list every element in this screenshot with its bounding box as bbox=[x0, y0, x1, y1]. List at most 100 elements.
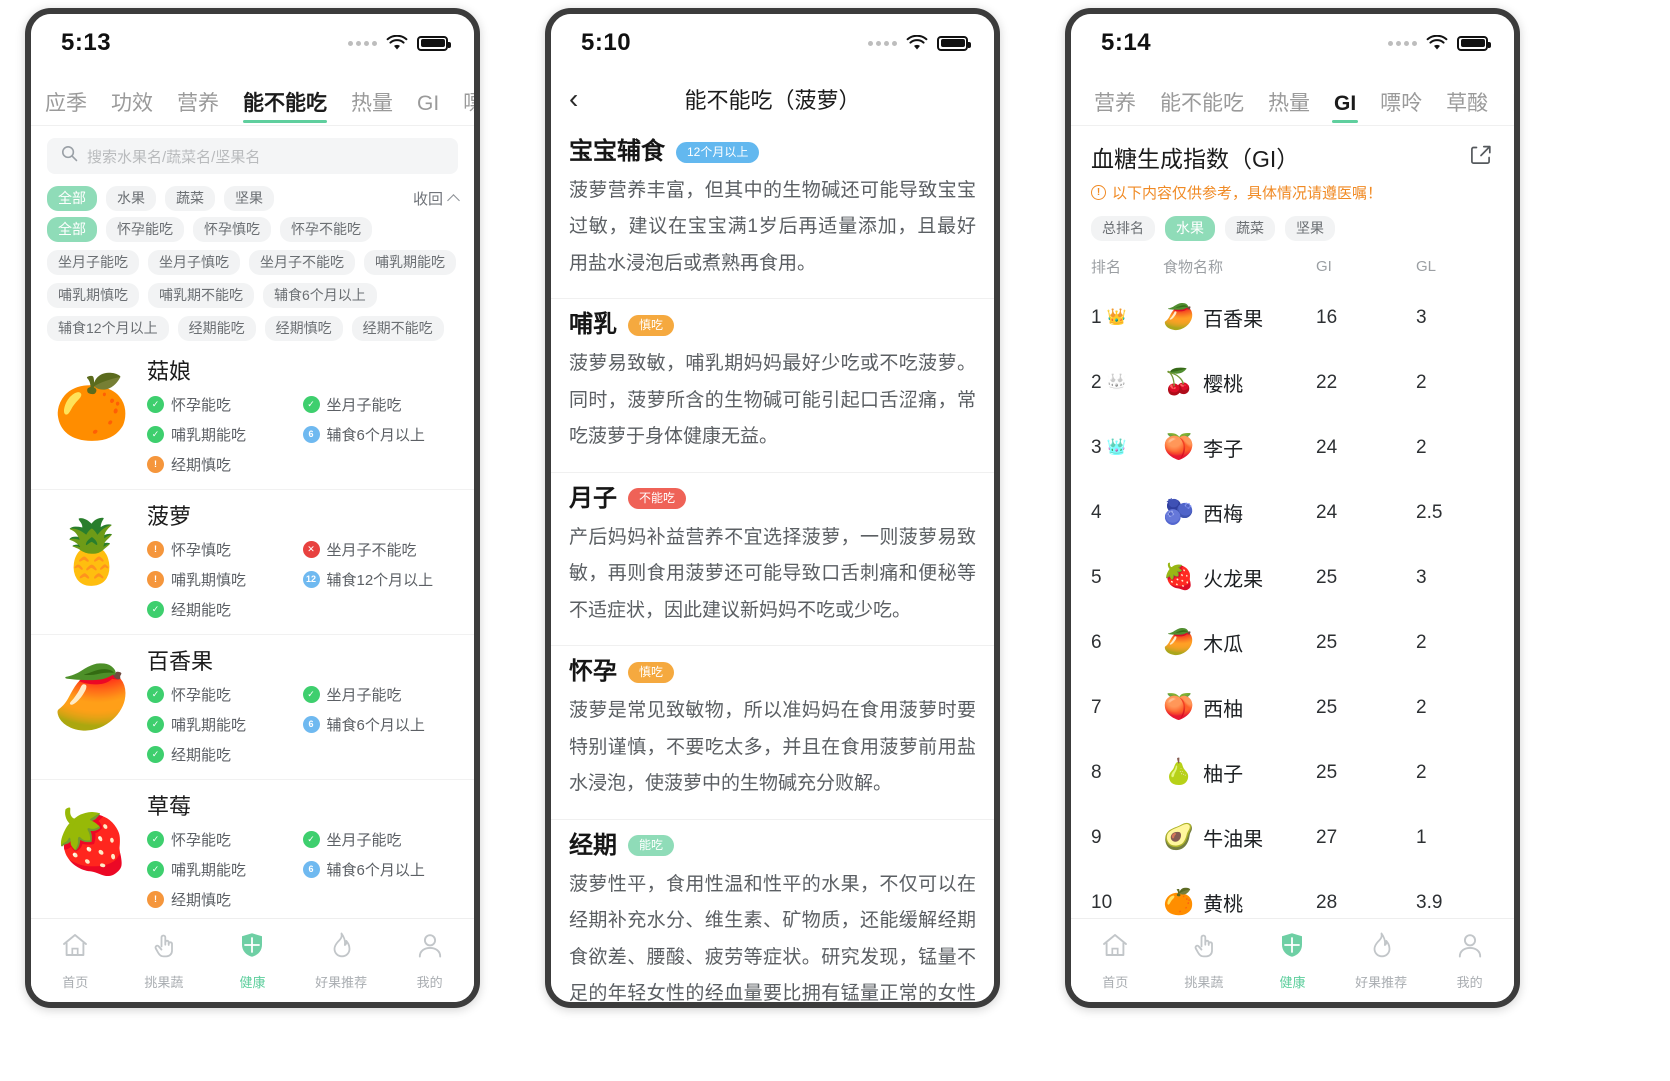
nav-item-我的[interactable]: 我的 bbox=[385, 930, 474, 991]
food-list-item[interactable]: 🍊 菇娘 ✓ 怀孕能吃 ✓ 坐月子能吃 ✓ 哺乳期能吃 6 辅食6个月以上! 经期慎吃 bbox=[31, 345, 474, 491]
chip-condition-10[interactable]: 辅食6个月以上 bbox=[263, 283, 377, 309]
table-row[interactable]: 5 🍓 火龙果 25 3 bbox=[1091, 545, 1494, 610]
nav-item-我的[interactable]: 我的 bbox=[1425, 930, 1514, 991]
chip-category-vegetable[interactable]: 蔬菜 bbox=[165, 186, 215, 212]
gi-value: 24 bbox=[1316, 501, 1338, 523]
food-thumbnail: 🍑 bbox=[1163, 433, 1195, 462]
table-row[interactable]: 2 👑 🍒 樱桃 22 2 bbox=[1091, 350, 1494, 415]
rank-value: 10 bbox=[1091, 891, 1113, 913]
info-icon: ! bbox=[1091, 185, 1106, 200]
chip-condition-14[interactable]: 经期不能吃 bbox=[351, 316, 444, 342]
table-row[interactable]: 8 🍐 柚子 25 2 bbox=[1091, 740, 1494, 805]
chip-condition-5[interactable]: 坐月子慎吃 bbox=[148, 250, 240, 276]
nav-item-label: 健康 bbox=[239, 975, 266, 990]
gi-value: 25 bbox=[1316, 761, 1338, 783]
chip-gi-filter-蔬菜[interactable]: 蔬菜 bbox=[1225, 216, 1275, 242]
tab-能不能吃[interactable]: 能不能吃 bbox=[1160, 93, 1244, 125]
gi-value: 25 bbox=[1316, 566, 1338, 588]
tab-GI[interactable]: GI bbox=[1334, 93, 1356, 125]
navigation-bar: ‹ 能不能吃（菠萝） bbox=[551, 72, 994, 126]
collapse-button[interactable]: 收回 bbox=[412, 188, 460, 209]
chip-category-all[interactable]: 全部 bbox=[47, 186, 97, 212]
food-tag-label: 怀孕慎吃 bbox=[171, 542, 232, 560]
chip-condition-4[interactable]: 坐月子能吃 bbox=[47, 250, 139, 276]
chip-condition-2[interactable]: 怀孕慎吃 bbox=[193, 217, 271, 243]
page-title: 血糖生成指数（GI） bbox=[1091, 146, 1300, 172]
status-badge-icon: ✓ bbox=[147, 716, 164, 734]
tab-nengbunengchi[interactable]: 能不能吃 bbox=[243, 93, 327, 125]
search-input[interactable]: 搜索水果名/蔬菜名/坚果名 bbox=[47, 138, 458, 174]
category-chip-row: 全部 水果 蔬菜 坚果 收回 bbox=[31, 180, 474, 212]
tab-gongxiao[interactable]: 功效 bbox=[111, 93, 153, 125]
gi-value: 28 bbox=[1316, 891, 1338, 913]
nav-item-健康[interactable]: 健康 bbox=[1248, 930, 1337, 991]
chip-condition-3[interactable]: 怀孕不能吃 bbox=[280, 217, 372, 243]
food-thumbnail: 🍊 bbox=[1163, 888, 1195, 917]
collapse-label: 收回 bbox=[412, 191, 443, 209]
tab-yingji[interactable]: 应季 bbox=[45, 93, 87, 125]
crown-icon: 👑 bbox=[1106, 373, 1127, 391]
nav-item-挑果蔬[interactable]: 挑果蔬 bbox=[120, 930, 209, 991]
bottom-nav-bar[interactable]: 首页 挑果蔬 健康 好果推荐 我的 bbox=[1071, 918, 1514, 1002]
status-badge-icon: ✓ bbox=[147, 396, 164, 414]
tab-热量[interactable]: 热量 bbox=[1268, 93, 1310, 125]
food-list-item[interactable]: 🍓 草莓 ✓ 怀孕能吃 ✓ 坐月子能吃 ✓ 哺乳期能吃 6 辅食6个月以上! 经期慎吃 bbox=[31, 780, 474, 918]
chip-gi-filter-水果[interactable]: 水果 bbox=[1165, 216, 1215, 242]
share-icon[interactable] bbox=[1468, 142, 1494, 168]
chip-condition-0[interactable]: 全部 bbox=[47, 217, 97, 243]
nav-item-首页[interactable]: 首页 bbox=[31, 930, 120, 991]
nav-item-好果推荐[interactable]: 好果推荐 bbox=[297, 930, 386, 991]
gl-value: 2 bbox=[1416, 436, 1427, 458]
chip-gi-filter-坚果[interactable]: 坚果 bbox=[1285, 216, 1335, 242]
chip-condition-8[interactable]: 哺乳期慎吃 bbox=[47, 283, 139, 309]
chip-condition-11[interactable]: 辅食12个月以上 bbox=[47, 316, 169, 342]
category-tab-bar[interactable]: 应季 功效 营养 能不能吃 热量 GI 嘌呤 草酸 bbox=[31, 72, 474, 126]
food-list-item[interactable]: 🍍 菠萝! 怀孕慎吃 ✕ 坐月子不能吃! 哺乳期慎吃 12 辅食12个月以上 ✓ 经期能吃 bbox=[31, 490, 474, 636]
column-header-rank: 排名 bbox=[1091, 258, 1122, 276]
chip-condition-13[interactable]: 经期慎吃 bbox=[264, 316, 343, 342]
gl-value: 3 bbox=[1416, 566, 1427, 588]
rank-value: 5 bbox=[1091, 566, 1102, 588]
nav-item-挑果蔬[interactable]: 挑果蔬 bbox=[1160, 930, 1249, 991]
table-row[interactable]: 1 👑 🥭 百香果 16 3 bbox=[1091, 285, 1494, 350]
bottom-nav-bar[interactable]: 首页 挑果蔬 健康 好果推荐 我的 bbox=[31, 918, 474, 1002]
shield-icon bbox=[237, 930, 267, 965]
tab-营养[interactable]: 营养 bbox=[1094, 93, 1136, 125]
table-row[interactable]: 10 🍊 黄桃 28 3.9 bbox=[1091, 870, 1494, 918]
table-row[interactable]: 9 🥑 牛油果 27 1 bbox=[1091, 805, 1494, 870]
chip-condition-7[interactable]: 哺乳期能吃 bbox=[364, 250, 456, 276]
tab-草酸[interactable]: 草酸 bbox=[1446, 93, 1488, 125]
tab-yingyang[interactable]: 营养 bbox=[177, 93, 219, 125]
tab-gi[interactable]: GI bbox=[417, 93, 439, 125]
chip-category-nut[interactable]: 坚果 bbox=[224, 186, 274, 212]
chip-category-fruit[interactable]: 水果 bbox=[106, 186, 156, 212]
table-row[interactable]: 4 🫐 西梅 24 2.5 bbox=[1091, 480, 1494, 545]
nav-item-健康[interactable]: 健康 bbox=[208, 930, 297, 991]
back-button[interactable]: ‹ bbox=[569, 85, 603, 113]
food-thumbnail: 🍊 bbox=[53, 373, 131, 443]
table-row[interactable]: 3 👑 🍑 李子 24 2 bbox=[1091, 415, 1494, 480]
chip-condition-9[interactable]: 哺乳期不能吃 bbox=[148, 283, 254, 309]
tab-reliang[interactable]: 热量 bbox=[351, 93, 393, 125]
status-badge-icon: ✓ bbox=[302, 831, 320, 849]
food-name: 柚子 bbox=[1203, 764, 1244, 787]
nav-item-好果推荐[interactable]: 好果推荐 bbox=[1337, 930, 1426, 991]
nav-item-首页[interactable]: 首页 bbox=[1071, 930, 1160, 991]
tab-嘌呤[interactable]: 嘌呤 bbox=[1380, 93, 1422, 125]
chip-condition-12[interactable]: 经期能吃 bbox=[177, 316, 256, 342]
category-tab-bar[interactable]: 效营养能不能吃热量GI嘌呤草酸四性五味 bbox=[1071, 72, 1514, 126]
food-name: 火龙果 bbox=[1203, 569, 1264, 592]
chip-gi-filter-总排名[interactable]: 总排名 bbox=[1091, 216, 1155, 242]
food-thumbnail: 🥭 bbox=[1163, 303, 1195, 332]
food-list-item[interactable]: 🥭 百香果 ✓ 怀孕能吃 ✓ 坐月子能吃 ✓ 哺乳期能吃 6 辅食6个月以上 ✓ 经期能吃 bbox=[31, 635, 474, 781]
section-title: 哺乳 bbox=[569, 311, 617, 339]
chip-condition-6[interactable]: 坐月子不能吃 bbox=[249, 250, 355, 276]
table-row[interactable]: 7 🍑 西柚 25 2 bbox=[1091, 675, 1494, 740]
tab-piaoling[interactable]: 嘌呤 bbox=[463, 93, 474, 125]
tab-四性[interactable]: 四性 bbox=[1512, 93, 1514, 125]
table-row[interactable]: 6 🥭 木瓜 25 2 bbox=[1091, 610, 1494, 675]
nav-item-label: 首页 bbox=[1102, 975, 1129, 990]
chip-condition-1[interactable]: 怀孕能吃 bbox=[106, 217, 184, 243]
status-time: 5:10 bbox=[581, 29, 632, 56]
food-thumbnail: 🍒 bbox=[1163, 368, 1195, 397]
